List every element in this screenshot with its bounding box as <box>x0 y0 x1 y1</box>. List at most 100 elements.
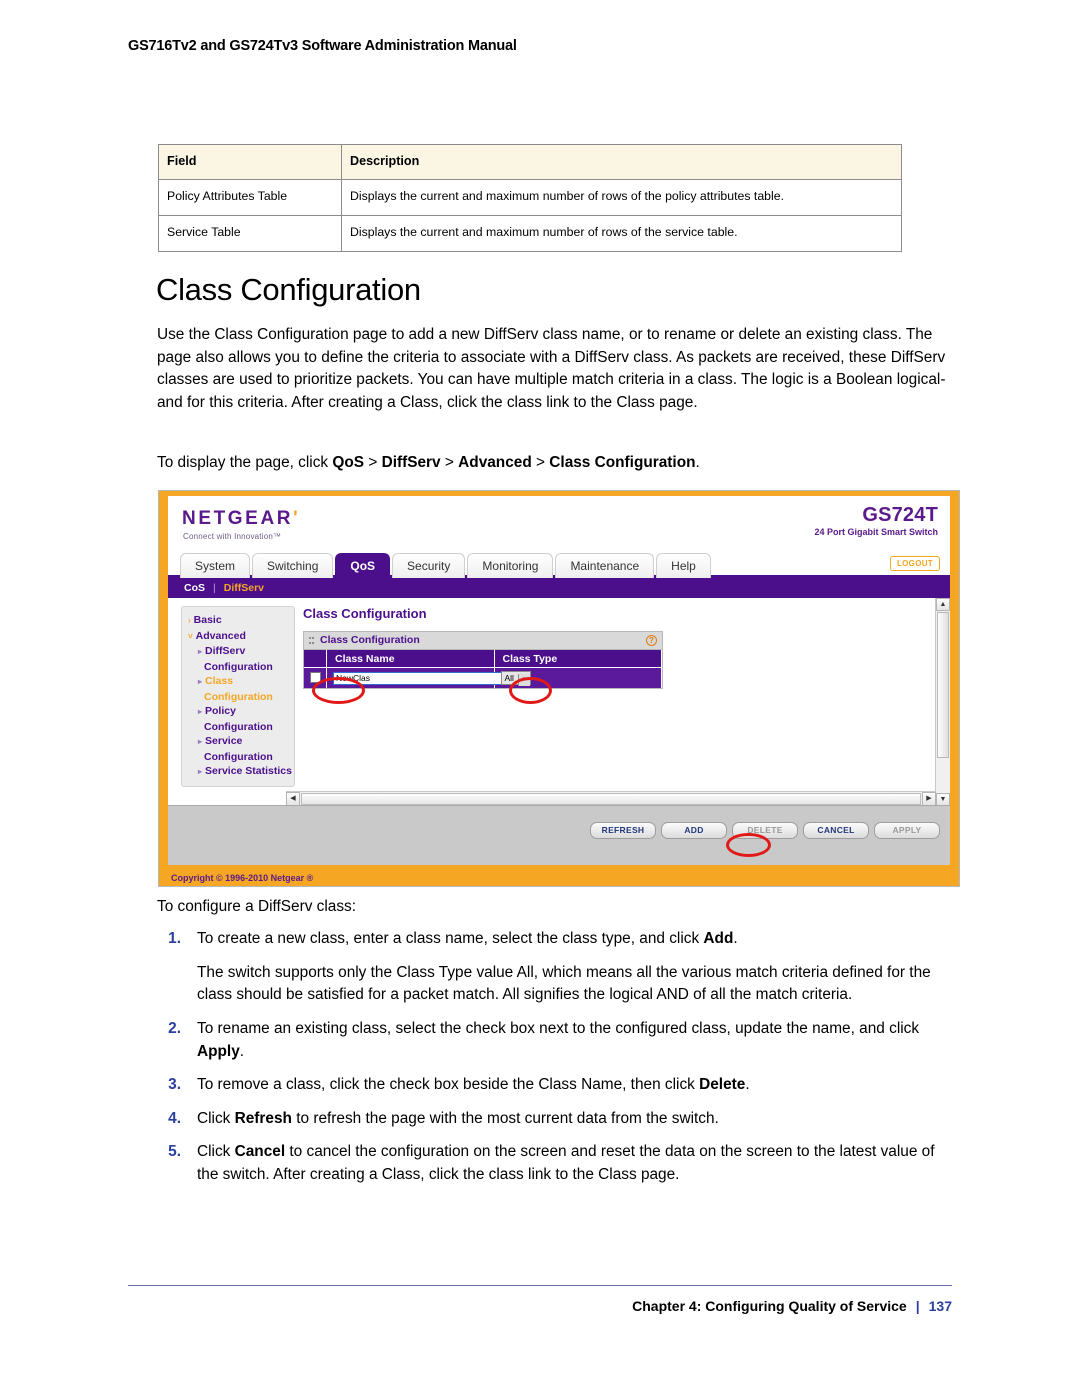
sidebar-item-service[interactable]: ▸ Service <box>182 734 294 750</box>
column-header-class-type: Class Type <box>494 650 662 668</box>
vertical-scrollbar[interactable]: ▲ ▼ <box>935 598 950 806</box>
page-title: Class Configuration <box>156 272 421 307</box>
tab-security[interactable]: Security <box>392 553 466 578</box>
sidebar-item-label: Advanced <box>195 629 246 642</box>
scroll-right-button[interactable]: ▶ <box>922 792 936 806</box>
add-button[interactable]: ADD <box>661 822 727 839</box>
drag-grip-icon <box>309 637 314 644</box>
footer-divider-rule <box>128 1285 952 1286</box>
delete-button[interactable]: DELETE <box>732 822 798 839</box>
step-text-post: to cancel the configuration on the scree… <box>197 1143 935 1184</box>
field-description-table: Field Description Policy Attributes Tabl… <box>158 144 902 252</box>
sidebar-item-policy-configuration[interactable]: Configuration <box>182 720 294 735</box>
step-subparagraph: The switch supports only the Class Type … <box>197 963 931 1004</box>
row-select-cell <box>304 667 327 688</box>
intro-paragraph: Use the Class Configuration page to add … <box>157 326 946 411</box>
panel-header-label: Class Configuration <box>320 634 420 646</box>
logout-button[interactable]: LOGOUT <box>889 556 940 571</box>
submenu-item-cos[interactable]: CoS <box>184 582 205 594</box>
step-text-post: . <box>733 930 738 947</box>
column-header-field: Field <box>158 144 342 180</box>
class-type-select[interactable]: All ▾ <box>500 671 531 686</box>
table-row: Policy Attributes Table Displays the cur… <box>158 179 902 216</box>
class-configuration-panel: Class Configuration ? Class Name Class T… <box>303 631 663 689</box>
tab-monitoring[interactable]: Monitoring <box>467 553 554 578</box>
nav-path-class-configuration: Class Configuration <box>549 454 696 471</box>
list-item: 2. To rename an existing class, select t… <box>157 1018 957 1063</box>
sidebar-item-class[interactable]: ▸ Class <box>182 674 294 690</box>
cell-description: Displays the current and maximum number … <box>341 179 902 216</box>
step-text-post: . <box>745 1076 750 1094</box>
sidebar-item-label: Basic <box>193 614 222 626</box>
step-text-bold: Refresh <box>234 1109 292 1127</box>
switch-model-name: GS724T <box>862 504 938 526</box>
step-text-bold: Cancel <box>234 1143 286 1161</box>
bullet-icon: ▸ <box>198 737 203 746</box>
step-text-pre: Click <box>197 1109 235 1127</box>
bullet-icon: ▸ <box>198 677 203 686</box>
column-header-description: Description <box>341 144 902 180</box>
table-header-row: Field Description <box>158 144 902 180</box>
step-text-pre: To create a new class, enter a class nam… <box>197 930 704 947</box>
tab-system[interactable]: System <box>180 553 251 578</box>
table-row: Service Table Displays the current and m… <box>158 215 902 252</box>
nav-path-separator: > <box>444 454 454 471</box>
table-row: NewClas All ▾ <box>304 667 662 688</box>
step-text-bold: Apply <box>197 1042 240 1060</box>
submenu-item-diffserv[interactable]: DiffServ <box>224 582 264 594</box>
sidebar-item-policy[interactable]: ▸ Policy <box>182 704 294 720</box>
ui-submenu-bar: CoS | DiffServ <box>168 578 950 598</box>
nav-path-advanced: Advanced <box>458 454 532 471</box>
sidebar-item-advanced[interactable]: ˅ Advanced <box>182 629 294 645</box>
nav-path-separator: > <box>368 454 378 471</box>
horizontal-scrollbar-thumb[interactable] <box>301 793 921 805</box>
bullet-icon: ▸ <box>198 647 203 656</box>
sidebar-item-label: Configuration <box>204 750 273 763</box>
sidebar-item-service-statistics[interactable]: ▸ Service Statistics <box>182 764 294 780</box>
apply-button[interactable]: APPLY <box>874 822 940 839</box>
column-header-class-name: Class Name <box>326 650 495 668</box>
netgear-tagline: Connect with Innovation™ <box>183 532 282 541</box>
page-number: 137 <box>928 1298 952 1314</box>
tab-help[interactable]: Help <box>656 553 711 578</box>
nav-path-diffserv: DiffServ <box>381 454 441 471</box>
sidebar-item-class-configuration[interactable]: Configuration <box>182 690 294 705</box>
bullet-icon: ▸ <box>198 707 203 716</box>
sidebar-item-service-configuration[interactable]: Configuration <box>182 750 294 765</box>
netgear-logo: NETGEAR' <box>182 508 300 530</box>
action-buttons: REFRESH ADD DELETE CANCEL APPLY <box>585 822 940 839</box>
refresh-button[interactable]: REFRESH <box>590 822 656 839</box>
class-name-input[interactable]: NewClas <box>333 671 504 685</box>
sidebar-item-diffserv[interactable]: ▸ DiffServ <box>182 644 294 660</box>
step-text-bold: Add <box>703 930 734 947</box>
cell-field: Service Table <box>158 215 342 252</box>
table-header-row: Class Name Class Type <box>304 650 662 668</box>
tab-switching[interactable]: Switching <box>252 553 334 578</box>
class-name-cell: NewClas <box>326 667 504 688</box>
list-item: 5. Click Cancel to cancel the configurat… <box>157 1141 957 1186</box>
sidebar-item-label: Configuration <box>204 720 273 733</box>
list-item: 4. Click Refresh to refresh the page wit… <box>157 1108 957 1131</box>
nav-path-suffix: . <box>695 454 700 471</box>
class-type-value: All <box>504 673 514 683</box>
row-checkbox[interactable] <box>309 672 321 684</box>
sidebar-item-diffserv-configuration[interactable]: Configuration <box>182 660 294 675</box>
scroll-left-button[interactable]: ◀ <box>286 792 300 806</box>
step-number: 1. <box>168 930 181 947</box>
vertical-scrollbar-thumb[interactable] <box>937 612 949 758</box>
ui-viewport: NETGEAR' Connect with Innovation™ GS724T… <box>168 496 950 865</box>
nav-path-qos: QoS <box>332 454 365 471</box>
help-icon[interactable]: ? <box>646 635 657 646</box>
step-number: 4. <box>168 1109 181 1127</box>
tab-qos[interactable]: QoS <box>335 553 391 578</box>
netgear-logo-text: NETGEAR <box>182 508 294 529</box>
tab-maintenance[interactable]: Maintenance <box>555 553 655 578</box>
sidebar-item-basic[interactable]: › Basic <box>182 613 294 629</box>
scroll-up-button[interactable]: ▲ <box>936 598 950 611</box>
cell-description: Displays the current and maximum number … <box>341 215 902 252</box>
horizontal-scrollbar[interactable]: ◀ ▶ <box>286 791 936 806</box>
nav-path-separator: > <box>536 454 546 471</box>
sidebar-item-label: DiffServ <box>205 645 246 657</box>
cancel-button[interactable]: CANCEL <box>803 822 869 839</box>
sidebar-item-label: Configuration <box>204 690 273 703</box>
